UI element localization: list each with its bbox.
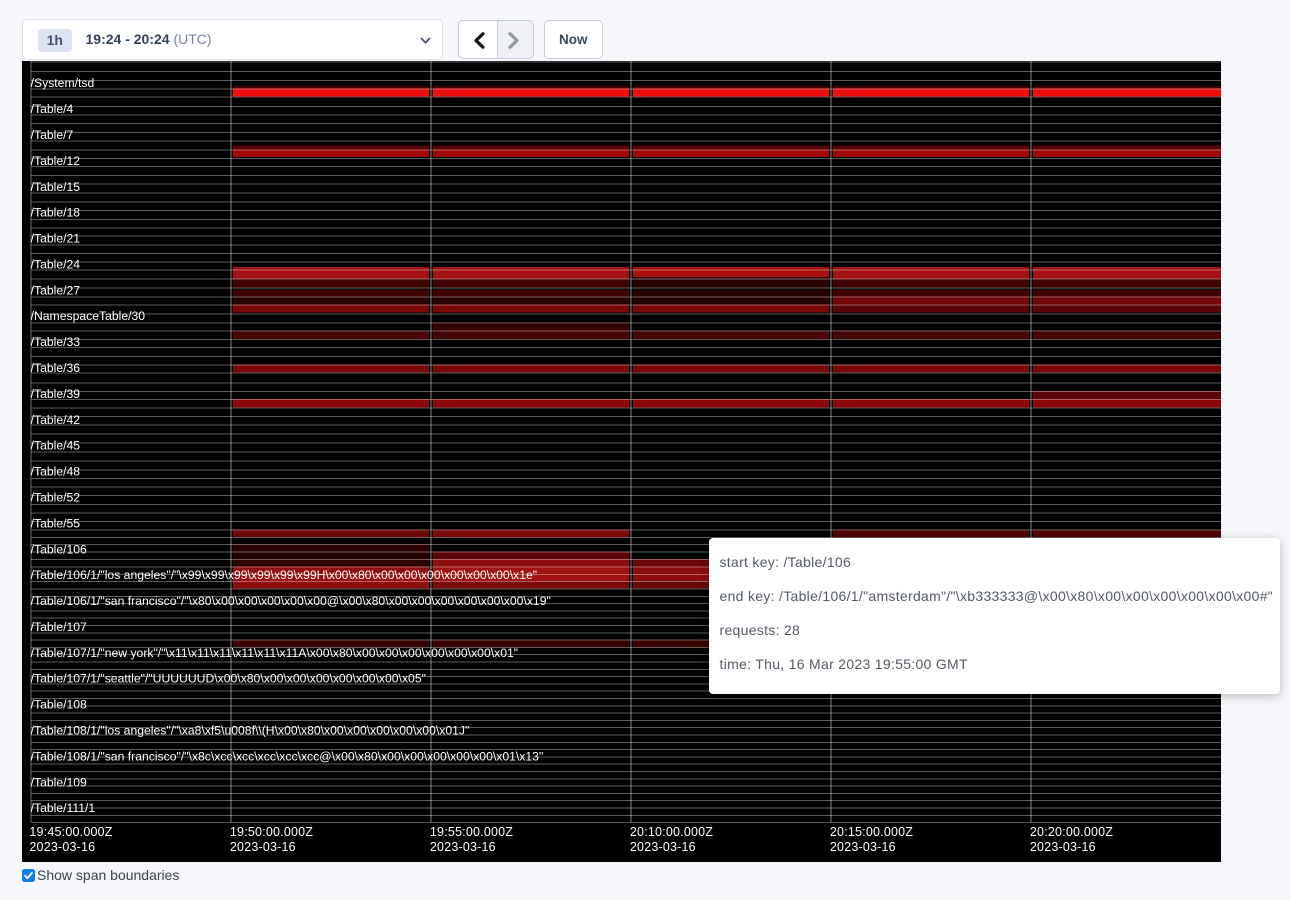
svg-text:/Table/107/1/"new york"/"\x11\: /Table/107/1/"new york"/"\x11\x11\x11\x1… [31,646,518,660]
svg-text:2023-03-16: 2023-03-16 [1030,840,1096,854]
svg-text:/Table/45: /Table/45 [31,439,81,453]
svg-text:2023-03-16: 2023-03-16 [830,840,896,854]
svg-text:/Table/42: /Table/42 [31,413,81,427]
svg-text:19:45:00.000Z: 19:45:00.000Z [29,825,112,839]
svg-text:/Table/107/1/"seattle"/"UUUUUU: /Table/107/1/"seattle"/"UUUUUUD\x00\x80\… [31,672,426,686]
svg-text:2023-03-16: 2023-03-16 [230,840,296,854]
svg-text:/Table/27: /Table/27 [31,283,81,297]
svg-text:20:20:00.000Z: 20:20:00.000Z [1030,825,1113,839]
svg-text:/Table/33: /Table/33 [31,335,81,349]
svg-text:19:55:00.000Z: 19:55:00.000Z [430,825,513,839]
svg-text:/Table/55: /Table/55 [31,516,81,530]
svg-text:/NamespaceTable/30: /NamespaceTable/30 [31,309,146,323]
svg-text:/Table/109: /Table/109 [31,775,87,789]
svg-text:19:50:00.000Z: 19:50:00.000Z [230,825,313,839]
svg-text:/Table/4: /Table/4 [31,102,74,116]
svg-text:/Table/108/1/"san francisco"/": /Table/108/1/"san francisco"/"\x8c\xcc\x… [31,749,544,763]
svg-text:2023-03-16: 2023-03-16 [430,840,496,854]
svg-text:/System/tsd: /System/tsd [31,76,95,90]
svg-text:/Table/39: /Table/39 [31,387,81,401]
svg-text:/Table/12: /Table/12 [31,154,81,168]
svg-text:20:10:00.000Z: 20:10:00.000Z [630,825,713,839]
svg-text:/Table/106/1/"san francisco"/": /Table/106/1/"san francisco"/"\x80\x00\x… [31,594,551,608]
svg-text:/Table/48: /Table/48 [31,465,81,479]
svg-text:20:15:00.000Z: 20:15:00.000Z [830,825,913,839]
svg-text:/Table/7: /Table/7 [31,128,74,142]
svg-text:/Table/21: /Table/21 [31,232,81,246]
svg-text:/Table/107: /Table/107 [31,620,87,634]
svg-text:/Table/36: /Table/36 [31,361,81,375]
svg-text:/Table/24: /Table/24 [31,257,81,271]
svg-text:2023-03-16: 2023-03-16 [29,840,95,854]
svg-text:/Table/106: /Table/106 [31,542,87,556]
svg-text:/Table/52: /Table/52 [31,490,81,504]
svg-text:/Table/111/1: /Table/111/1 [31,801,96,815]
svg-text:/Table/18: /Table/18 [31,206,81,220]
svg-text:/Table/15: /Table/15 [31,180,81,194]
svg-text:/Table/106/1/"los angeles"/"\x: /Table/106/1/"los angeles"/"\x99\x99\x99… [31,568,537,582]
svg-text:/Table/108/1/"los angeles"/"\x: /Table/108/1/"los angeles"/"\xa8\xf5\u00… [31,724,470,738]
svg-text:/Table/108: /Table/108 [31,698,87,712]
svg-text:2023-03-16: 2023-03-16 [630,840,696,854]
